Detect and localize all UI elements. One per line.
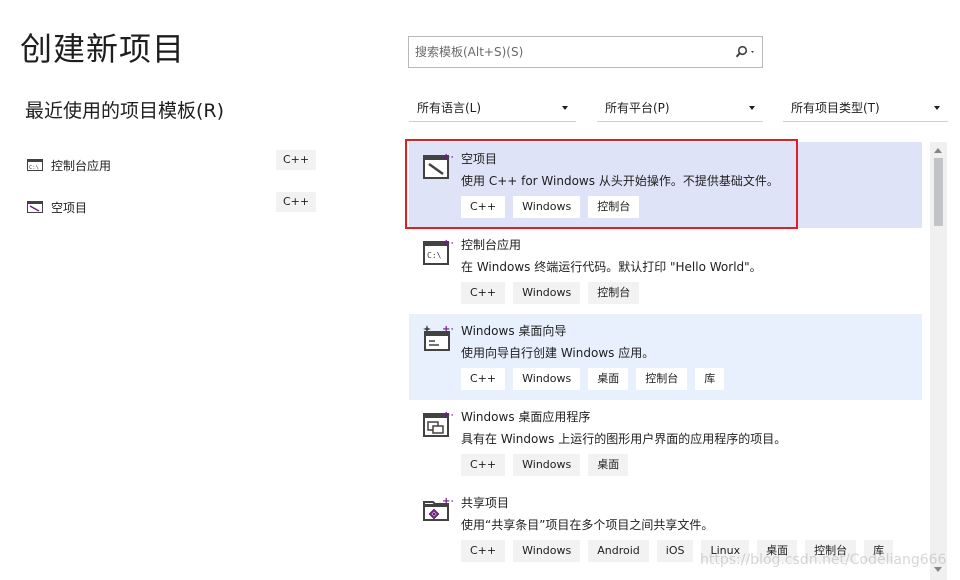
tag: C++ bbox=[461, 454, 506, 476]
chevron-down-icon bbox=[562, 105, 568, 110]
search-icon bbox=[735, 45, 754, 58]
template-name: 共享项目 bbox=[461, 496, 510, 510]
template-description: 使用“共享条目”项目在多个项目之间共享文件。 bbox=[461, 518, 714, 532]
template-description: 具有在 Windows 上运行的图形用户界面的应用程序的项目。 bbox=[461, 432, 787, 446]
template-tags: C++ Windows 控制台 bbox=[461, 196, 640, 218]
page-title: 创建新项目 bbox=[20, 30, 186, 68]
scroll-down-icon[interactable] bbox=[934, 567, 942, 572]
project-type-filter-label: 所有项目类型(T) bbox=[791, 101, 880, 115]
desktop-wizard-icon: ++ bbox=[423, 324, 453, 351]
tag: Android bbox=[588, 540, 649, 562]
template-item-console-app[interactable]: C:\ ++ 控制台应用 在 Windows 终端运行代码。默认打印 "Hell… bbox=[409, 228, 922, 314]
tag: 控制台 bbox=[588, 282, 640, 304]
platform-filter-dropdown[interactable]: 所有平台(P) bbox=[597, 94, 763, 122]
recent-item-label: 控制台应用 bbox=[51, 158, 112, 173]
tag: Windows bbox=[513, 368, 581, 390]
tag: Windows bbox=[513, 282, 581, 304]
template-list-scrollbar[interactable] bbox=[930, 142, 947, 580]
tag: C++ bbox=[461, 282, 506, 304]
empty-project-icon bbox=[27, 201, 43, 213]
tag: 控制台 bbox=[636, 368, 688, 390]
recent-item-tag: C++ bbox=[276, 150, 316, 170]
platform-filter-label: 所有平台(P) bbox=[605, 101, 670, 115]
chevron-down-icon bbox=[749, 105, 755, 110]
tag: C++ bbox=[461, 368, 506, 390]
template-description: 在 Windows 终端运行代码。默认打印 "Hello World"。 bbox=[461, 260, 762, 274]
recent-templates-list: C:\ 控制台应用 C++ 空项目 C++ bbox=[27, 144, 319, 228]
scrollbar-thumb[interactable] bbox=[934, 158, 943, 226]
svg-text:++: ++ bbox=[442, 410, 453, 421]
recent-templates-title: 最近使用的项目模板(R) bbox=[25, 100, 225, 122]
recent-item-console-app[interactable]: C:\ 控制台应用 C++ bbox=[27, 144, 319, 186]
template-tags: C++ Windows Android iOS Linux 桌面 控制台 库 bbox=[461, 540, 894, 562]
tag: Windows bbox=[513, 540, 581, 562]
create-new-project-window: 创建新项目 最近使用的项目模板(R) C:\ 控制台应用 C++ bbox=[0, 0, 960, 580]
search-button[interactable] bbox=[730, 37, 762, 67]
tag: 库 bbox=[864, 540, 894, 562]
project-type-filter-dropdown[interactable]: 所有项目类型(T) bbox=[783, 94, 948, 122]
empty-project-icon: ++ bbox=[423, 152, 453, 179]
template-name: 空项目 bbox=[461, 152, 498, 166]
chevron-down-icon bbox=[934, 105, 940, 110]
svg-text:++: ++ bbox=[442, 496, 453, 507]
template-tags: C++ Windows 控制台 bbox=[461, 282, 640, 304]
tag: C++ bbox=[461, 540, 506, 562]
tag: C++ bbox=[461, 196, 506, 218]
template-name: Windows 桌面向导 bbox=[461, 324, 567, 338]
tag: 桌面 bbox=[588, 454, 629, 476]
template-item-desktop-app[interactable]: ++ Windows 桌面应用程序 具有在 Windows 上运行的图形用户界面… bbox=[409, 400, 922, 486]
language-filter-label: 所有语言(L) bbox=[417, 101, 482, 115]
svg-text:C:\: C:\ bbox=[29, 165, 39, 171]
tag: 库 bbox=[695, 368, 725, 390]
recent-item-label: 空项目 bbox=[51, 200, 88, 215]
desktop-app-icon: ++ bbox=[423, 410, 453, 437]
template-description: 使用 C++ for Windows 从头开始操作。不提供基础文件。 bbox=[461, 174, 779, 188]
template-item-empty-project[interactable]: ++ 空项目 使用 C++ for Windows 从头开始操作。不提供基础文件… bbox=[409, 142, 922, 228]
tag: 控制台 bbox=[805, 540, 857, 562]
tag: Linux bbox=[701, 540, 750, 562]
tag: Windows bbox=[513, 196, 581, 218]
template-item-shared-project[interactable]: ++ 共享项目 使用“共享条目”项目在多个项目之间共享文件。 C++ Windo… bbox=[409, 486, 922, 572]
search-input[interactable] bbox=[409, 37, 730, 67]
console-app-icon: C:\ ++ bbox=[423, 238, 453, 265]
console-app-icon: C:\ bbox=[27, 159, 43, 171]
shared-project-icon: ++ bbox=[423, 496, 453, 521]
search-box[interactable] bbox=[408, 36, 763, 68]
svg-text:++: ++ bbox=[442, 238, 453, 249]
tag: 桌面 bbox=[588, 368, 629, 390]
tag: Windows bbox=[513, 454, 581, 476]
tag: 桌面 bbox=[757, 540, 798, 562]
template-tags: C++ Windows 桌面 bbox=[461, 454, 629, 476]
svg-text:++: ++ bbox=[442, 324, 453, 335]
scroll-up-icon[interactable] bbox=[934, 148, 942, 153]
template-name: Windows 桌面应用程序 bbox=[461, 410, 591, 424]
template-tags: C++ Windows 桌面 控制台 库 bbox=[461, 368, 725, 390]
template-list: ++ 空项目 使用 C++ for Windows 从头开始操作。不提供基础文件… bbox=[409, 142, 922, 580]
template-description: 使用向导自行创建 Windows 应用。 bbox=[461, 346, 655, 360]
template-item-desktop-wizard[interactable]: ++ Windows 桌面向导 使用向导自行创建 Windows 应用。 C++… bbox=[409, 314, 922, 400]
recent-item-tag: C++ bbox=[276, 192, 316, 212]
language-filter-dropdown[interactable]: 所有语言(L) bbox=[409, 94, 576, 122]
svg-text:C:\: C:\ bbox=[427, 251, 442, 260]
recent-item-empty-project[interactable]: 空项目 C++ bbox=[27, 186, 319, 228]
svg-text:++: ++ bbox=[442, 152, 453, 163]
tag: 控制台 bbox=[588, 196, 640, 218]
template-name: 控制台应用 bbox=[461, 238, 522, 252]
tag: iOS bbox=[656, 540, 694, 562]
